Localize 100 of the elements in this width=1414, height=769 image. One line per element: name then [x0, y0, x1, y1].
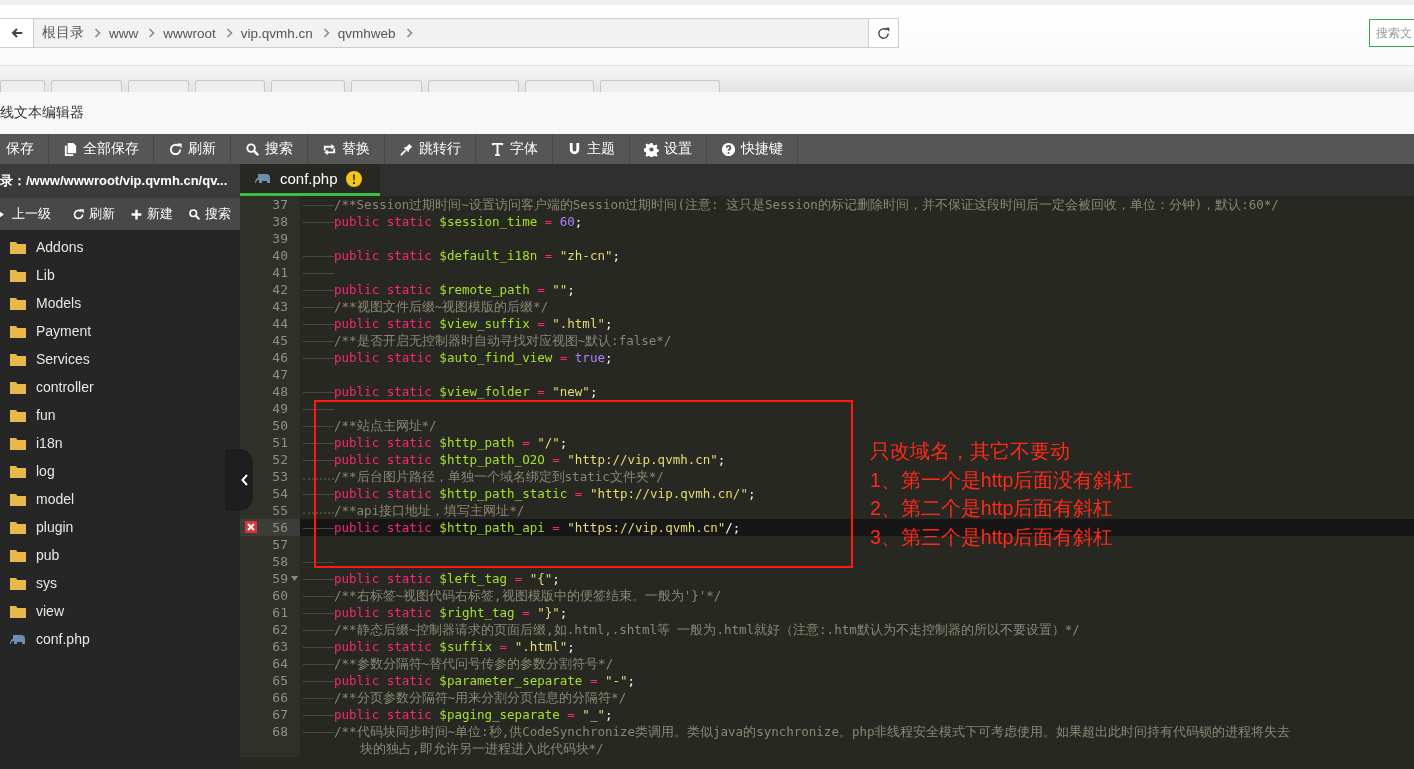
line-number: 38: [271, 213, 288, 230]
breadcrumb-link[interactable]: wwwroot: [163, 25, 216, 41]
fold-icon[interactable]: [290, 576, 298, 581]
code-line: public static $suffix = ".html";: [334, 638, 575, 655]
line-number: 54: [271, 485, 288, 502]
refresh-icon: [876, 25, 891, 41]
line-number: 51: [271, 434, 288, 451]
code-line: public static $http_path_O2O = "http://vip.qvmh.cn";: [334, 451, 726, 468]
toolbar-button[interactable]: [600, 80, 720, 92]
code-line: /**代码块同步时间~单位:秒,供CodeSynchronize类调用。类似java的synchronize。php非线程安全模式下可考虑使用。如果超出此时间持有代码锁的进程将失去 块的独占,即允许另一进程进入此代码块*/: [334, 723, 1291, 757]
folder-icon: [10, 268, 26, 282]
line-number: 62: [271, 621, 288, 638]
line-number: 59: [271, 570, 288, 587]
breadcrumb-link[interactable]: vip.qvmh.cn: [240, 25, 313, 41]
search-icon: [245, 141, 260, 157]
search-field[interactable]: 搜索文: [1369, 19, 1414, 47]
sidebar-action[interactable]: 上一级: [0, 198, 63, 230]
code-line: /**站点主网址*/: [334, 417, 437, 434]
toolbar-button[interactable]: [195, 80, 265, 92]
chevron-left-icon: [241, 474, 249, 486]
code-line: public static $http_path_api = "https://vip.qvmh.cn"/;: [334, 519, 741, 536]
code-line: public static $http_path = "/";: [334, 434, 568, 451]
folder-icon: [10, 408, 26, 422]
chevron-icon: [94, 28, 101, 38]
folder-icon: [10, 324, 26, 338]
sidebar-action[interactable]: 刷新: [63, 198, 121, 230]
pin-icon: [399, 141, 414, 157]
file-item[interactable]: Addons: [0, 233, 224, 261]
toolbar-button[interactable]: [0, 80, 45, 92]
refresh-button[interactable]: [868, 19, 898, 47]
folder-icon: [10, 604, 26, 618]
code-line: public static $left_tag = "{";: [334, 570, 560, 587]
code-line: /**视图文件后缀~视图模版的后缀*/: [334, 298, 549, 315]
line-number: 55: [271, 502, 288, 519]
settings-icon: [644, 141, 659, 157]
chevron-icon: [405, 28, 413, 38]
line-number: 47: [271, 366, 288, 383]
folder-icon: [10, 576, 26, 590]
line-number: 45: [271, 332, 288, 349]
line-number: 40: [271, 247, 288, 264]
annotation-text: 2、第二个是http后面有斜杠: [870, 496, 1115, 521]
toolbar-button[interactable]: [128, 80, 189, 92]
line-number: 64: [271, 655, 288, 672]
sidebar-action[interactable]: 搜索: [179, 198, 237, 230]
code-line: /**api接口地址，填写主网址*/: [334, 502, 525, 519]
toolbar-button[interactable]: [271, 80, 345, 92]
line-number: 52: [271, 451, 288, 468]
folder-icon: [10, 240, 26, 254]
toolbar-button[interactable]: [351, 80, 422, 92]
sidebar-action[interactable]: 新建: [121, 198, 179, 230]
arrow-left-icon: [9, 26, 24, 40]
file-item[interactable]: plugin: [0, 513, 224, 541]
line-number: 42: [271, 281, 288, 298]
breadcrumb-link[interactable]: www: [109, 25, 139, 41]
plus-icon: [130, 207, 143, 221]
line-number: 66: [271, 689, 288, 706]
line-number: 41: [271, 264, 288, 281]
line-number: 43: [271, 298, 288, 315]
folder-icon: [10, 352, 26, 366]
elephant-icon: [10, 632, 26, 646]
toolbar-button[interactable]: [428, 80, 519, 92]
toolbar-button[interactable]: [51, 80, 122, 92]
folder-icon: [10, 436, 26, 450]
line-number: 56: [271, 519, 288, 536]
file-item[interactable]: log: [0, 457, 224, 485]
file-tab[interactable]: conf.php: [240, 164, 380, 196]
file-item[interactable]: controller: [0, 373, 224, 401]
breadcrumb-link[interactable]: qvmhweb: [337, 25, 396, 41]
toolbar-button[interactable]: [525, 80, 594, 92]
file-item[interactable]: i18n: [0, 429, 224, 457]
collapse-button[interactable]: [225, 449, 253, 511]
code-line: public static $view_folder = "new";: [334, 383, 598, 400]
annotation-text: 1、第一个是http后面没有斜杠: [870, 467, 1134, 493]
file-item[interactable]: fun: [0, 401, 224, 429]
file-item[interactable]: sys: [0, 569, 224, 597]
line-number: 65: [271, 672, 288, 689]
line-number: 37: [271, 196, 288, 213]
annotation-text: 3、第三个是http后面有斜杠: [870, 524, 1115, 550]
code-line: public static $right_tag = "}";: [334, 604, 568, 621]
refresh-icon: [72, 207, 85, 221]
breadcrumb-link[interactable]: 根目录: [42, 24, 84, 42]
annotation-text: 只改域名，其它不要动: [870, 439, 1071, 464]
code-line: public static $parameter_separate = "-";: [334, 672, 636, 689]
file-item[interactable]: Models: [0, 289, 224, 317]
dialog-title: 线文本编辑器: [0, 104, 84, 122]
file-item[interactable]: conf.php: [0, 625, 224, 653]
refresh-icon: [168, 141, 183, 157]
file-item[interactable]: Services: [0, 345, 224, 373]
file-item[interactable]: Lib: [0, 261, 224, 289]
file-item[interactable]: model: [0, 485, 224, 513]
file-item[interactable]: pub: [0, 541, 224, 569]
folder-icon: [10, 380, 26, 394]
code-line: public static $paging_separate = "_";: [334, 706, 613, 723]
directory-path: 录：/www/wwwroot/vip.qvmh.cn/qv...: [0, 172, 228, 190]
line-number: 58: [271, 553, 288, 570]
file-item[interactable]: view: [0, 597, 224, 625]
file-item[interactable]: Payment: [0, 317, 224, 345]
text-icon: [490, 141, 505, 157]
line-number: 67: [271, 706, 288, 723]
back-button[interactable]: [0, 19, 34, 47]
